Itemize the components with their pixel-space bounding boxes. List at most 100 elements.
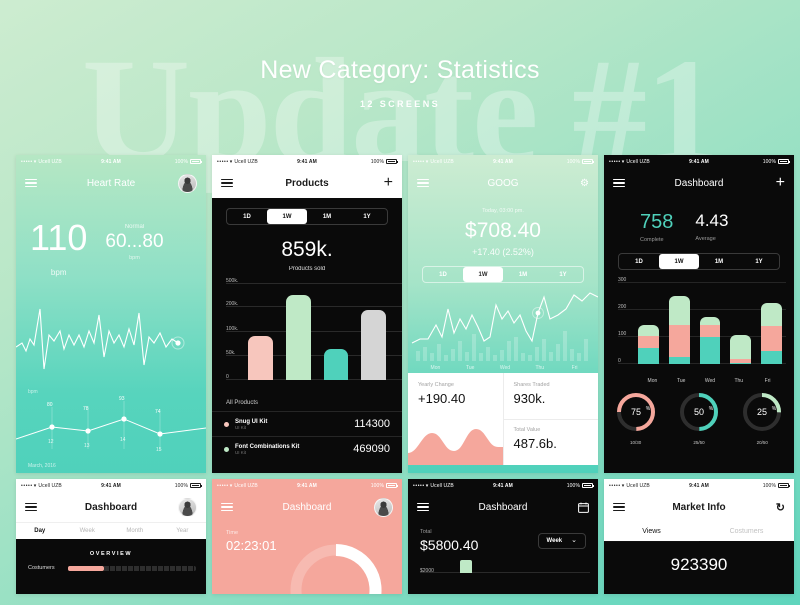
kpi-label: Complete	[640, 237, 664, 243]
stat-card-shares-traded: Shares Traded 930k.	[504, 373, 599, 419]
status-bar: ••••• ▾ Ucell UZB 9:41 AM 100%	[16, 479, 206, 492]
day-label: Thu	[535, 365, 545, 371]
stacked-bar-wed	[699, 317, 721, 364]
range-option-1y[interactable]: 1Y	[739, 254, 779, 269]
tab-views[interactable]: Views	[604, 522, 699, 542]
bpm-unit: bpm	[50, 268, 67, 277]
tab-month[interactable]: Month	[111, 528, 159, 534]
battery-icon	[190, 159, 202, 164]
day-label: Wed	[499, 365, 511, 371]
total-label: Total	[420, 529, 432, 535]
day-label: Fri	[764, 378, 771, 384]
menu-icon[interactable]	[25, 178, 37, 188]
day-label: Wed	[704, 378, 716, 384]
row-label: Costumers	[28, 565, 55, 571]
product-name: Snug UI Kit	[235, 418, 268, 425]
bpm-value: 110	[30, 217, 88, 258]
avatar[interactable]	[178, 173, 197, 193]
battery-icon	[190, 483, 202, 488]
total-sold-value: 859k.	[281, 238, 333, 261]
menu-icon[interactable]	[417, 502, 429, 512]
range-option-1m[interactable]: 1M	[307, 209, 347, 224]
range-segmented-control[interactable]: 1D 1W 1M 1Y	[226, 208, 388, 225]
screen-dashboard-light[interactable]: ••••• ▾ Ucell UZB 9:41 AM 100% Dashboard…	[16, 479, 206, 594]
menu-icon[interactable]	[25, 502, 37, 512]
screens-grid: ••••• ▾ Ucell UZB 9:41 AM 100% Heart Rat…	[16, 155, 794, 594]
normal-label: Normal	[124, 224, 145, 230]
table-row[interactable]: Font Combinations Kit UI Kit 469090	[212, 436, 402, 461]
screen-market-info[interactable]: ••••• ▾ Ucell UZB 9:41 AM 100% Market In…	[604, 479, 794, 594]
range-option-1y[interactable]: 1Y	[543, 267, 583, 282]
day-label: Tue	[676, 378, 686, 384]
stacked-bar-mon	[638, 325, 659, 364]
day-label: Fri	[571, 365, 578, 371]
legend-dot-icon	[224, 421, 229, 427]
screen-dashboard-dark[interactable]: ••••• ▾ Ucell UZB 9:41 AM 100% Dashboard…	[604, 155, 794, 473]
svg-text:25: 25	[757, 407, 767, 417]
range-option-1d[interactable]: 1D	[619, 254, 659, 269]
point-day: 15	[156, 447, 162, 453]
point-value: 93	[119, 396, 125, 402]
sparkline-area	[408, 429, 503, 465]
screen-title: Dashboard	[478, 501, 528, 513]
range-option-1d[interactable]: 1D	[227, 209, 267, 224]
range-option-1d[interactable]: 1D	[423, 267, 463, 282]
menu-icon[interactable]	[613, 178, 625, 188]
point-value: 80	[47, 402, 53, 408]
point-value: 74	[155, 409, 161, 415]
refresh-icon[interactable]: ↻	[776, 501, 785, 514]
avatar[interactable]	[374, 497, 393, 517]
status-bar: ••••• ▾ Ucell UZB 9:41 AM 100%	[212, 479, 402, 492]
tab-week[interactable]: Week	[64, 528, 112, 534]
screen-products[interactable]: ••••• ▾ Ucell UZB 9:41 AM 100% Products …	[212, 155, 402, 473]
menu-icon[interactable]	[221, 178, 233, 188]
total-sold-label: Products sold	[288, 266, 326, 272]
screen-stock[interactable]: ••••• ▾ Ucell UZB 9:41 AM 100% GOOG ⚙ To…	[408, 155, 598, 473]
stock-combo-chart	[411, 292, 598, 361]
gear-icon[interactable]: ⚙	[580, 178, 589, 189]
add-icon[interactable]: +	[384, 175, 393, 191]
donut-sub: 10/30	[630, 440, 642, 445]
range-option-1m[interactable]: 1M	[503, 267, 543, 282]
menu-icon[interactable]	[221, 502, 233, 512]
screen-heart-rate[interactable]: ••••• ▾ Ucell UZB 9:41 AM 100% Heart Rat…	[16, 155, 206, 473]
battery-icon	[582, 159, 594, 164]
range-option-1w[interactable]: 1W	[463, 267, 503, 282]
period-select[interactable]: Week ⌄	[537, 533, 586, 549]
stat-label: Shares Traded	[513, 382, 550, 388]
y-tick: 0	[226, 374, 229, 380]
period-tabs[interactable]: Day Week Month Year	[16, 522, 206, 539]
range-option-1w[interactable]: 1W	[659, 254, 699, 269]
range-option-1w[interactable]: 1W	[267, 209, 307, 224]
stock-price: $708.40	[465, 219, 541, 242]
table-row[interactable]: Snug UI Kit UI Kit 114300	[212, 411, 402, 436]
range-option-1y[interactable]: 1Y	[347, 209, 387, 224]
add-icon[interactable]: +	[776, 175, 785, 191]
menu-icon[interactable]	[613, 502, 625, 512]
market-tabs[interactable]: Views Costumers	[604, 522, 794, 542]
tab-year[interactable]: Year	[159, 528, 207, 534]
screens-row-bottom: ••••• ▾ Ucell UZB 9:41 AM 100% Dashboard…	[16, 479, 794, 594]
screen-dashboard-pink[interactable]: ••••• ▾ Ucell UZB 9:41 AM 100% Dashboard…	[212, 479, 402, 594]
bar-highlight	[460, 560, 472, 573]
range-option-1m[interactable]: 1M	[699, 254, 739, 269]
screen-title: Dashboard	[674, 177, 724, 189]
y-tick: 100	[618, 331, 627, 337]
svg-text:%: %	[645, 406, 650, 412]
range-segmented-control[interactable]: 1D 1W 1M 1Y	[422, 266, 584, 283]
svg-text:%: %	[709, 406, 714, 412]
tab-costumers[interactable]: Costumers	[699, 528, 794, 535]
menu-icon[interactable]	[417, 178, 429, 188]
y-tick: 100k.	[226, 326, 239, 332]
clock-label: 9:41 AM	[493, 158, 513, 165]
day-label: Mon	[430, 365, 441, 371]
calendar-icon[interactable]	[578, 502, 589, 513]
avatar[interactable]	[178, 497, 197, 517]
stock-timestamp: Today, 03:00 pm.	[482, 208, 524, 214]
bpm-trend-chart	[16, 401, 206, 451]
donut-25: 25 % 20/50	[740, 390, 784, 445]
screen-dashboard-total[interactable]: ••••• ▾ Ucell UZB 9:41 AM 100% Dashboard…	[408, 479, 598, 594]
tab-day[interactable]: Day	[16, 528, 64, 534]
legend-dot-icon	[224, 446, 229, 452]
range-segmented-control[interactable]: 1D 1W 1M 1Y	[618, 253, 780, 270]
